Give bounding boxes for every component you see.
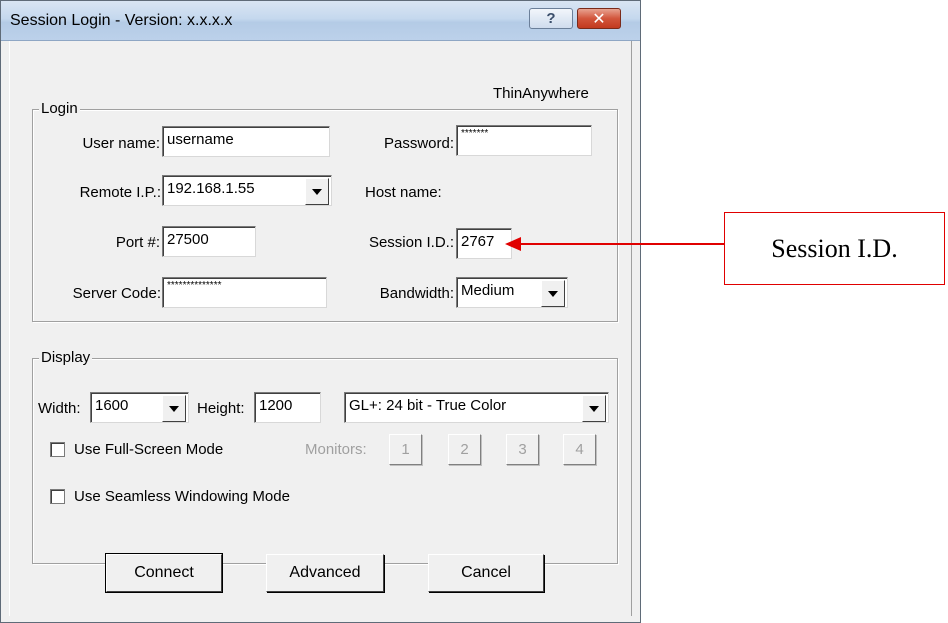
password-input[interactable]: *******	[456, 125, 592, 156]
chevron-down-icon[interactable]	[582, 395, 606, 422]
help-icon: ?	[546, 10, 556, 27]
fullscreen-label[interactable]: Use Full-Screen Mode	[74, 441, 223, 458]
host-name-label: Host name:	[365, 184, 442, 201]
server-code-input[interactable]: **************	[162, 277, 327, 308]
height-input[interactable]: 1200	[254, 392, 321, 423]
width-combobox[interactable]: 1600	[90, 392, 189, 423]
color-mode-combobox[interactable]: GL+: 24 bit - True Color	[344, 392, 609, 423]
height-label: Height:	[197, 400, 245, 417]
user-name-input[interactable]: username	[162, 126, 330, 157]
port-label: Port #:	[115, 234, 160, 251]
chevron-down-icon[interactable]	[305, 178, 329, 205]
display-group-legend: Display	[39, 349, 93, 366]
monitor-4-button[interactable]: 4	[563, 434, 596, 465]
monitors-label: Monitors:	[305, 441, 367, 458]
callout-label: Session I.D.	[771, 233, 898, 263]
brand-label: ThinAnywhere	[493, 85, 589, 102]
title-bar[interactable]: Session Login - Version: x.x.x.x ? ✕	[1, 1, 640, 41]
remote-ip-label: Remote I.P.:	[79, 184, 161, 201]
bandwidth-combobox[interactable]: Medium	[456, 277, 568, 308]
bandwidth-label: Bandwidth:	[379, 285, 454, 302]
window-title: Session Login - Version: x.x.x.x	[10, 12, 233, 29]
seamless-label[interactable]: Use Seamless Windowing Mode	[74, 488, 290, 505]
width-label: Width:	[38, 400, 81, 417]
port-input[interactable]: 27500	[162, 226, 256, 257]
help-button[interactable]: ?	[529, 8, 573, 29]
monitor-1-button[interactable]: 1	[389, 434, 422, 465]
monitor-3-button[interactable]: 3	[506, 434, 539, 465]
remote-ip-value: 192.168.1.55	[167, 180, 255, 197]
password-label: Password:	[383, 135, 454, 152]
session-login-dialog: Session Login - Version: x.x.x.x ? ✕ Thi…	[0, 0, 641, 623]
close-icon: ✕	[592, 10, 606, 28]
session-id-input[interactable]: 2767	[456, 228, 512, 259]
seamless-checkbox[interactable]	[50, 489, 65, 504]
close-button[interactable]: ✕	[577, 8, 621, 29]
user-name-label: User name:	[82, 135, 160, 152]
monitor-2-button[interactable]: 2	[448, 434, 481, 465]
session-id-label: Session I.D.:	[368, 234, 454, 251]
advanced-button[interactable]: Advanced	[266, 554, 384, 592]
connect-button[interactable]: Connect	[105, 553, 223, 593]
callout-arrow	[505, 237, 727, 251]
cancel-button[interactable]: Cancel	[428, 554, 544, 592]
dialog-client-area: ThinAnywhere Login User name: username P…	[9, 41, 632, 616]
login-group-legend: Login	[39, 100, 80, 117]
width-value: 1600	[95, 397, 129, 414]
server-code-label: Server Code:	[72, 285, 161, 302]
color-mode-value: GL+: 24 bit - True Color	[349, 397, 507, 414]
remote-ip-combobox[interactable]: 192.168.1.55	[162, 175, 332, 206]
chevron-down-icon[interactable]	[162, 395, 186, 422]
bandwidth-value: Medium	[461, 282, 515, 299]
chevron-down-icon[interactable]	[541, 280, 565, 307]
fullscreen-checkbox[interactable]	[50, 442, 65, 457]
session-id-callout: Session I.D.	[724, 212, 945, 285]
